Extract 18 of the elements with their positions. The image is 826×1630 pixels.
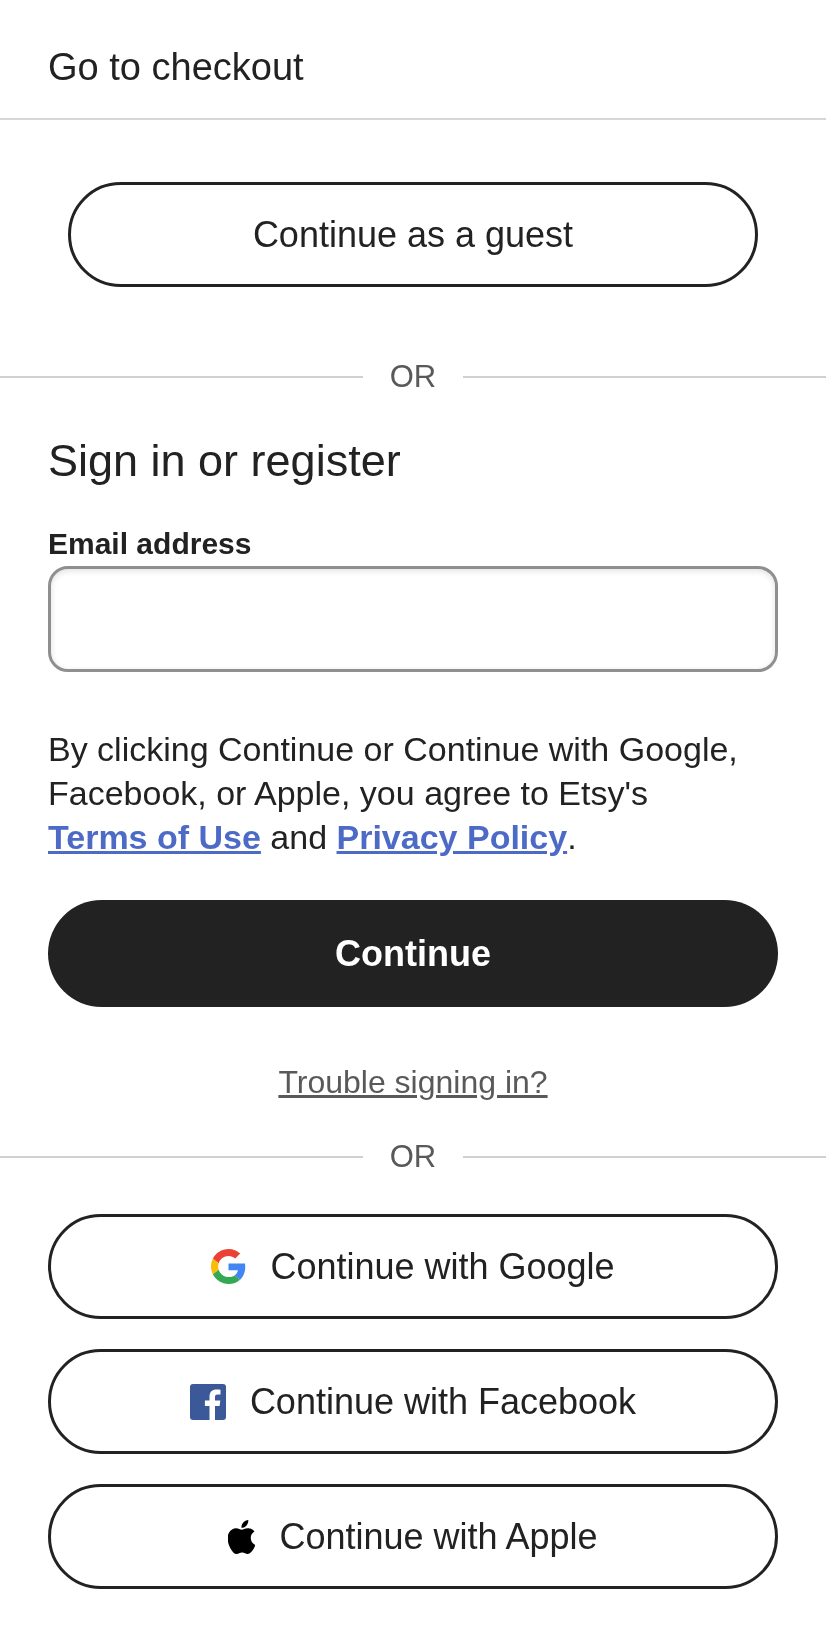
email-field[interactable] — [48, 566, 778, 672]
section-heading: Sign in or register — [48, 434, 401, 488]
text-link[interactable]: Terms of Use — [48, 818, 261, 856]
legal-text: By clicking Continue or Continue with Google, Facebook, or Apple, you agree to Etsy's Terms of Use and Privacy Policy. — [48, 729, 739, 858]
social-login-button[interactable]: Continue with Google — [48, 1214, 778, 1319]
facebook-f-icon — [189, 1383, 226, 1420]
page-title: Go to checkout — [48, 45, 304, 90]
text-link[interactable]: Privacy Policy — [336, 818, 568, 856]
help-link[interactable]: Trouble signing in? — [278, 1062, 548, 1102]
divider-label: OR — [388, 358, 438, 396]
field-label: Email address — [48, 526, 252, 562]
social-login-button[interactable]: Continue with Facebook — [48, 1349, 778, 1454]
google-g-icon — [211, 1249, 247, 1284]
divider-label: OR — [388, 1138, 438, 1176]
apple-logo-icon — [228, 1519, 256, 1554]
guest-checkout-button[interactable]: Continue as a guest — [68, 182, 758, 287]
continue-button[interactable]: Continue — [48, 900, 778, 1007]
social-login-button[interactable]: Continue with Apple — [48, 1484, 778, 1589]
